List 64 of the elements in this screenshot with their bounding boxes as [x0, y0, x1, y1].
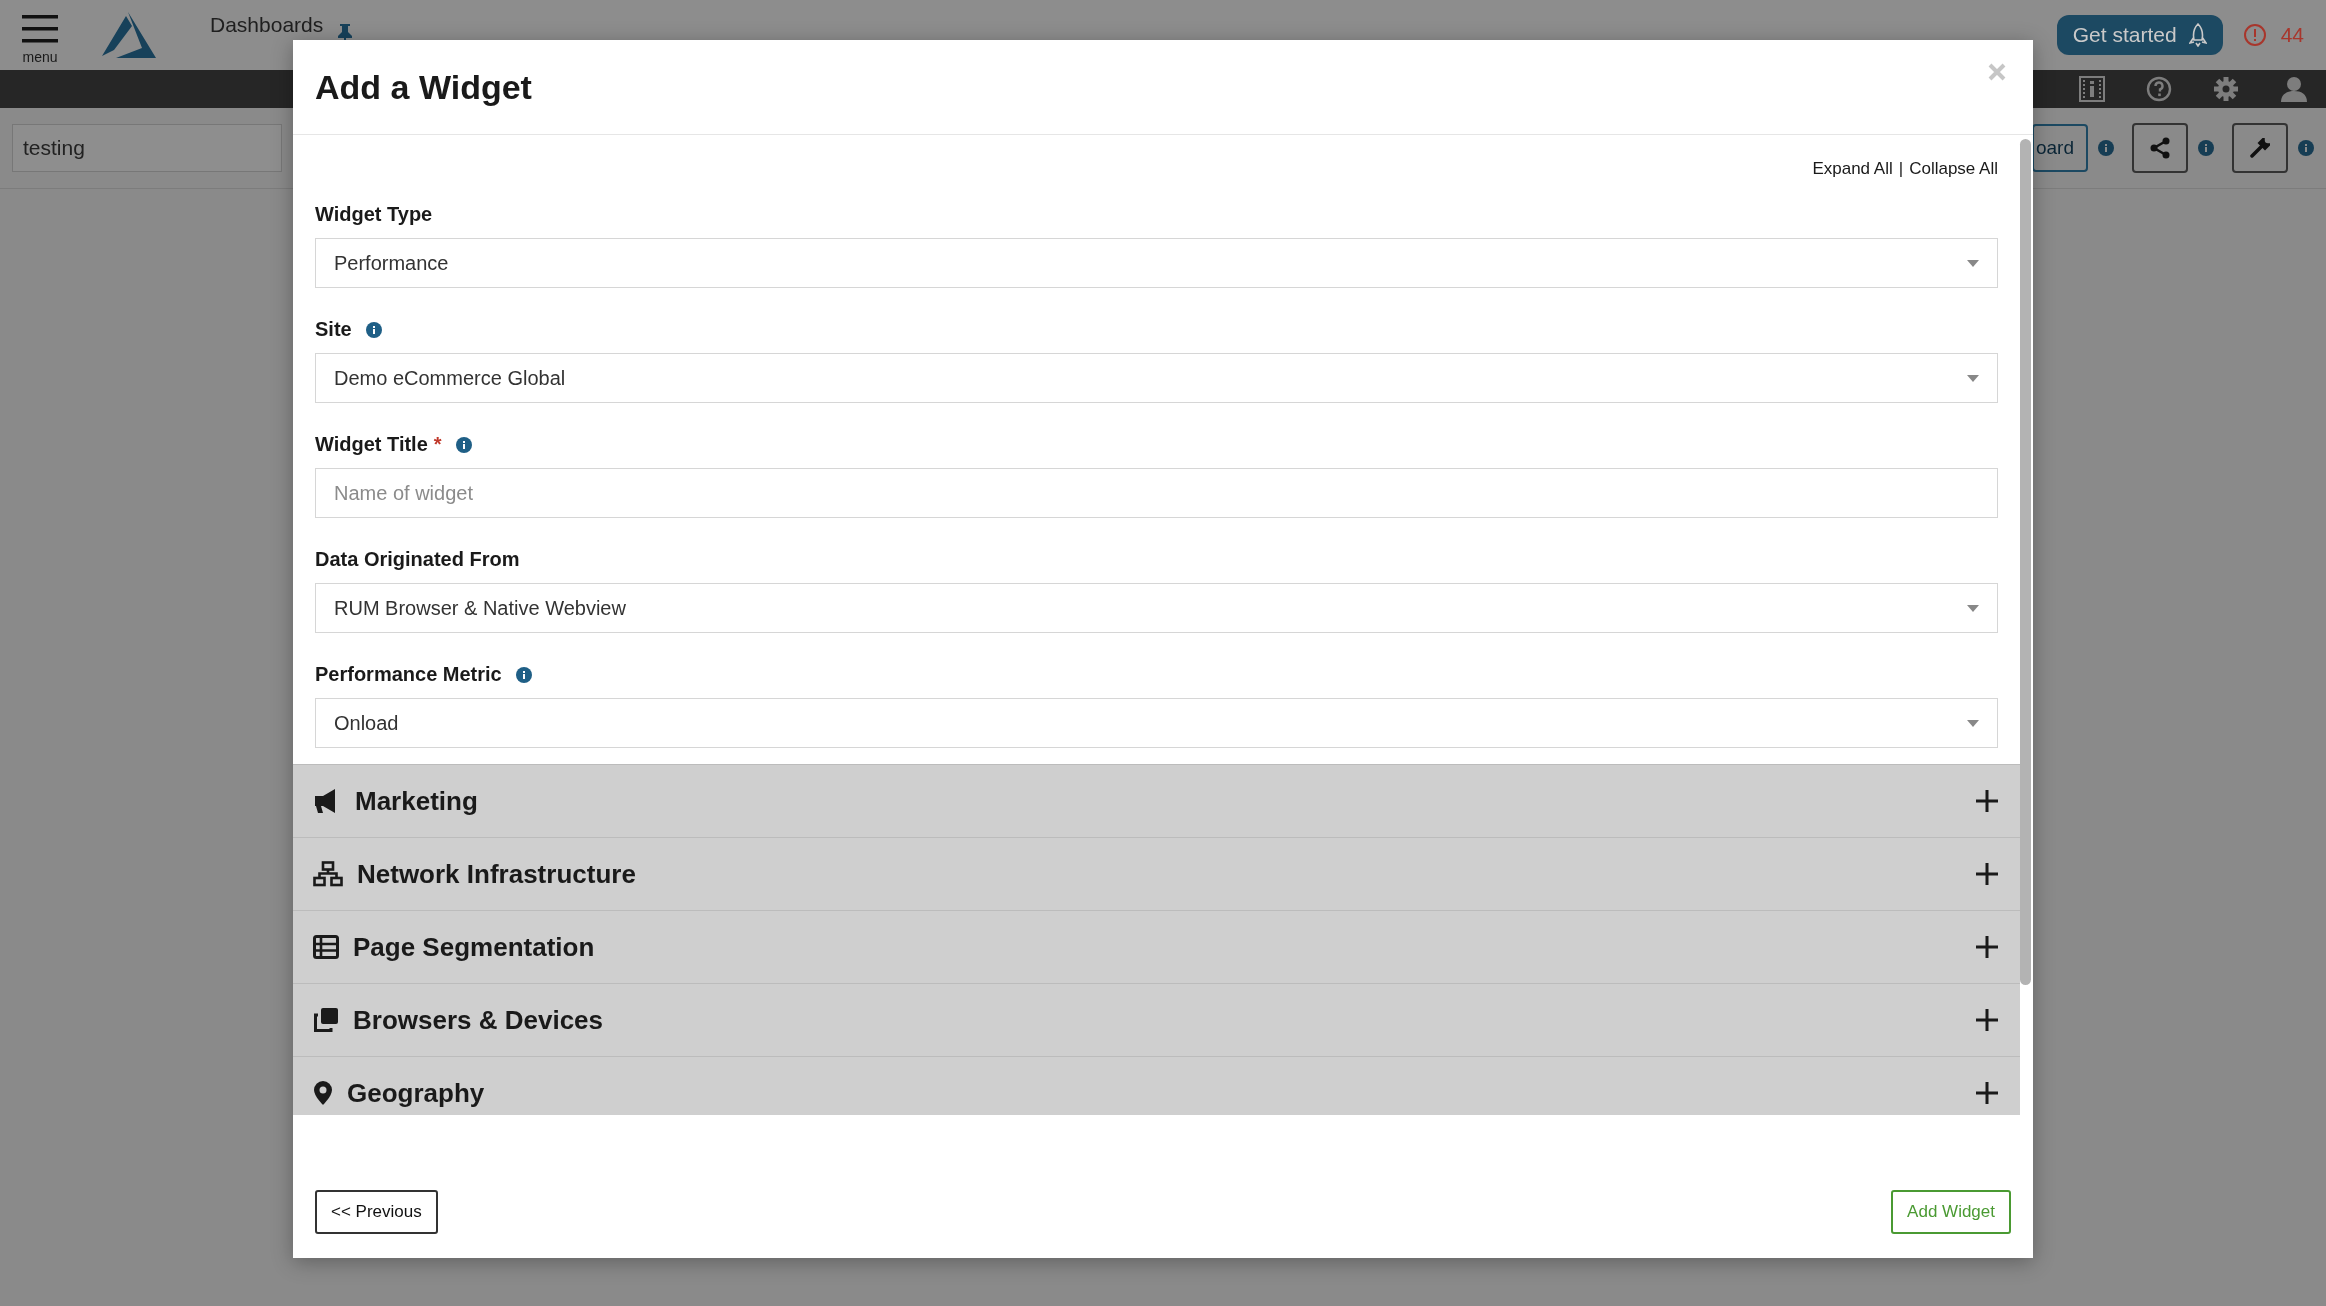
section-title: Marketing	[355, 785, 478, 817]
dropdown-field[interactable]: RUM Browser & Native Webview	[315, 583, 1998, 633]
logo-icon	[102, 12, 156, 58]
plus-icon[interactable]	[1976, 936, 1998, 958]
share-icon	[2149, 137, 2171, 159]
network-icon	[313, 861, 343, 887]
dialog-title: Add a Widget	[315, 67, 532, 107]
info-icon[interactable]	[2098, 140, 2114, 156]
info-icon[interactable]	[365, 321, 382, 338]
plus-icon[interactable]	[1976, 863, 1998, 885]
accordion-header[interactable]: Page Segmentation	[293, 910, 2020, 983]
caret-icon	[1967, 719, 1979, 727]
plus-icon[interactable]	[1976, 1082, 1998, 1104]
menu-button[interactable]: menu	[22, 5, 58, 65]
get-started-button[interactable]: Get started	[2056, 15, 2223, 55]
plus-icon[interactable]	[1976, 1009, 1998, 1031]
add-widget-button[interactable]: Add Widget	[1891, 1190, 2011, 1234]
film-info-icon[interactable]	[2079, 76, 2105, 102]
menu-label: menu	[22, 49, 58, 65]
previous-button[interactable]: << Previous	[315, 1190, 438, 1234]
menu-icon	[22, 15, 58, 43]
dashboard-name-field[interactable]: testing	[12, 124, 282, 172]
required-mark: *	[433, 433, 442, 456]
collapse-all-link[interactable]: Collapse All	[1909, 159, 1998, 179]
accordion-header[interactable]: Geography	[293, 1056, 2020, 1115]
field-label: Data Originated From	[315, 548, 520, 571]
caret-icon	[1967, 374, 1979, 382]
caret-icon	[1967, 259, 1979, 267]
field-label: Performance Metric	[315, 663, 502, 686]
field-label: Widget Type	[315, 203, 433, 226]
section-title: Network Infrastructure	[357, 858, 636, 890]
help-icon[interactable]	[2146, 76, 2172, 102]
section-title: Browsers & Devices	[353, 1004, 604, 1036]
caret-icon	[1967, 604, 1979, 612]
info-icon[interactable]	[2298, 140, 2314, 156]
section-title: Geography	[347, 1077, 485, 1109]
settings-wrench-button[interactable]	[2232, 123, 2288, 173]
accordion-header[interactable]: Marketing	[293, 764, 2020, 837]
user-icon[interactable]	[2280, 76, 2308, 102]
info-icon[interactable]	[2198, 140, 2214, 156]
dropdown-field[interactable]: Demo eCommerce Global	[315, 353, 1998, 403]
dropdown-field[interactable]: Onload	[315, 698, 1998, 748]
table-list-icon	[313, 935, 339, 959]
field-label: Site	[315, 318, 352, 341]
dropdown-field[interactable]: Performance	[315, 238, 1998, 288]
map-pin-icon	[313, 1080, 333, 1106]
accordion-header[interactable]: Browsers & Devices	[293, 983, 2020, 1056]
link-separator: |	[1898, 159, 1904, 179]
field-label: Widget Title	[315, 433, 428, 456]
settings-icon[interactable]	[2213, 76, 2239, 102]
scrollbar-thumb[interactable]	[2020, 139, 2031, 985]
text-input-field[interactable]: Name of widget	[315, 468, 1998, 518]
section-title: Page Segmentation	[353, 931, 595, 963]
dashboard-button[interactable]: oard	[2031, 124, 2088, 172]
share-button[interactable]	[2132, 123, 2188, 173]
rocket-icon	[2188, 23, 2207, 47]
breadcrumb[interactable]: Dashboards	[210, 14, 324, 36]
expand-all-link[interactable]: Expand All	[1812, 159, 1893, 179]
info-icon[interactable]	[455, 436, 472, 453]
info-icon[interactable]	[515, 666, 532, 683]
accordion-header[interactable]: Network Infrastructure	[293, 837, 2020, 910]
plus-icon[interactable]	[1976, 790, 1998, 812]
wrench-icon	[2250, 138, 2270, 158]
windows-icon	[313, 1007, 339, 1033]
